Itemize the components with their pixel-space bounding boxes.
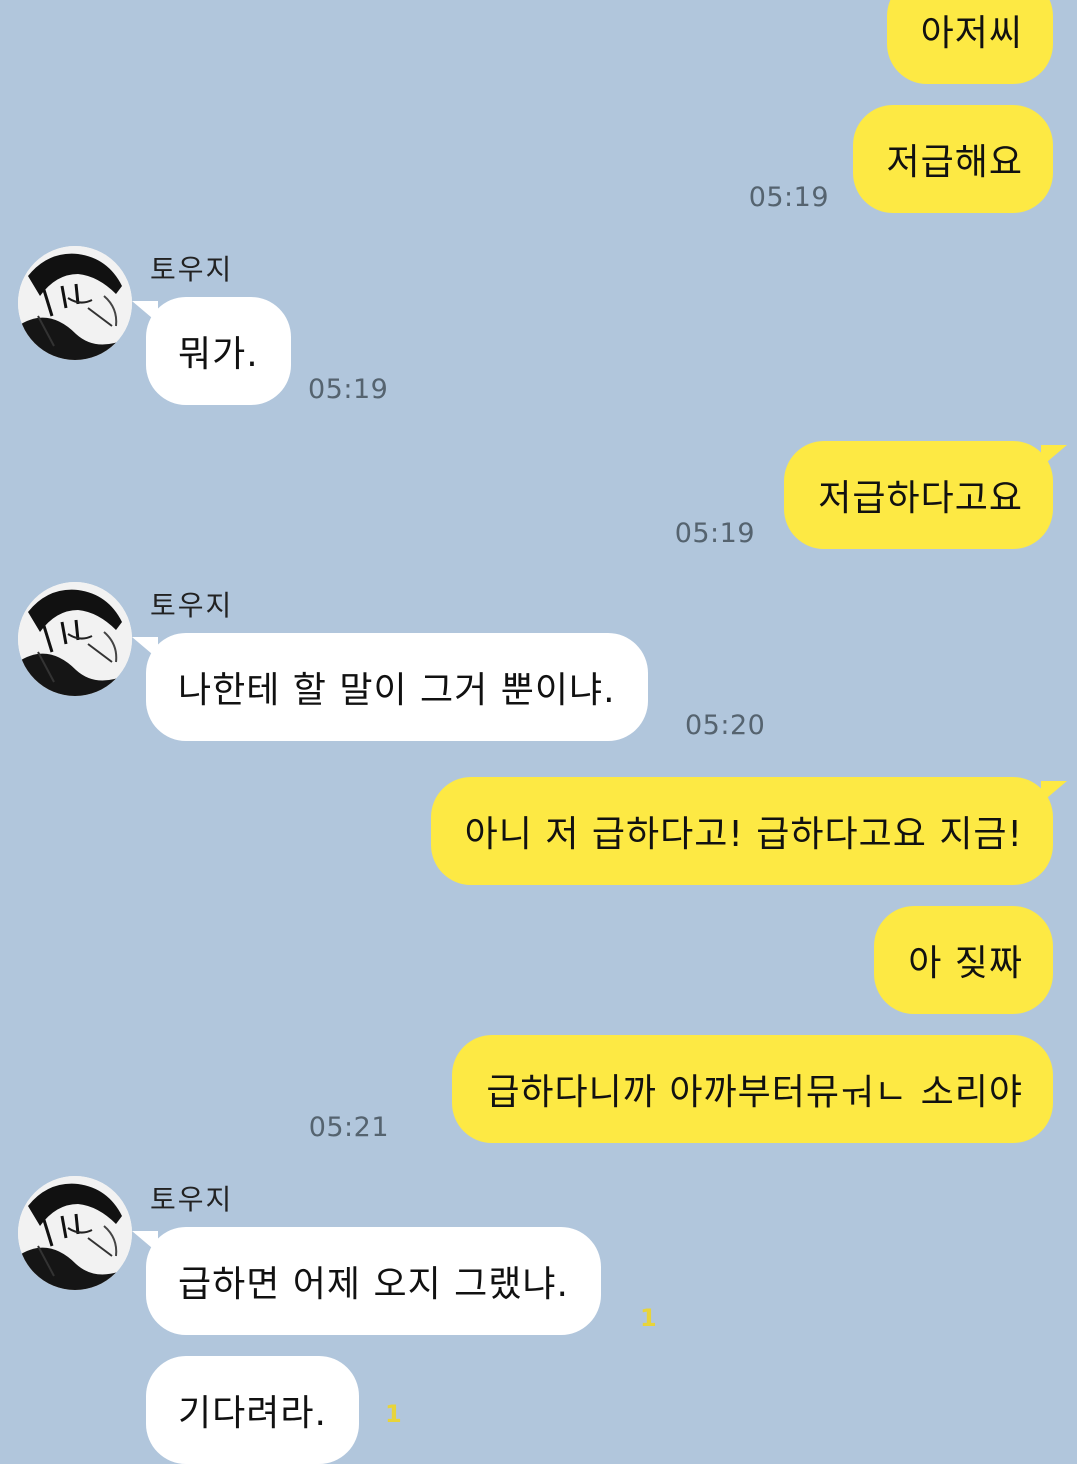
- message-text: 나한테 할 말이 그거 뿐이냐.: [178, 670, 616, 711]
- message-text: 아 짖짜: [908, 943, 1023, 984]
- message-text: 아저씨: [920, 13, 1023, 54]
- their-message-bubble[interactable]: 기다려라.: [146, 1356, 359, 1464]
- message-text: 뭐가.: [178, 334, 259, 375]
- my-message-bubble[interactable]: 아 짖짜: [874, 906, 1053, 1014]
- contact-name: 토우지: [150, 253, 234, 286]
- message-timestamp: 05:19: [674, 518, 755, 549]
- message-text: 저급하다고요: [818, 478, 1023, 519]
- message-timestamp: 05:20: [685, 710, 766, 741]
- manga-portrait-avatar-icon: [18, 582, 132, 696]
- unread-count: 1: [385, 1400, 402, 1428]
- contact-name: 토우지: [150, 589, 234, 622]
- message-text: 급하다니까 아까부터뮤ㅝㄴ 소리야: [486, 1072, 1023, 1113]
- manga-portrait-avatar-icon: [18, 246, 132, 360]
- manga-portrait-avatar-icon: [18, 1176, 132, 1290]
- contact-avatar[interactable]: [18, 246, 132, 360]
- my-message-bubble[interactable]: 아저씨: [886, 0, 1068, 84]
- message-timestamp: 05:19: [748, 182, 829, 213]
- message-text: 급하면 어제 오지 그랬냐.: [178, 1264, 569, 1305]
- my-message-bubble[interactable]: 저급해요: [852, 105, 1053, 213]
- message-text: 기다려라.: [178, 1393, 327, 1434]
- their-message-bubble[interactable]: 나한테 할 말이 그거 뿐이냐.: [132, 633, 648, 741]
- their-message-bubble[interactable]: 급하면 어제 오지 그랬냐.: [132, 1227, 601, 1335]
- unread-count: 1: [640, 1304, 657, 1332]
- message-text: 저급해요: [886, 142, 1023, 183]
- message-timestamp: 05:19: [308, 374, 389, 405]
- their-message-bubble[interactable]: 뭐가.: [132, 297, 291, 405]
- my-message-bubble[interactable]: 저급하다고요: [784, 441, 1067, 549]
- contact-name: 토우지: [150, 1183, 234, 1216]
- message-timestamp: 05:21: [308, 1112, 389, 1143]
- message-text: 아니 저 급하다고! 급하다고요 지금!: [464, 814, 1023, 855]
- my-message-bubble[interactable]: 급하다니까 아까부터뮤ㅝㄴ 소리야: [452, 1035, 1053, 1143]
- chat-room[interactable]: 아저씨 저급해요 05:19 토우지 뭐가. 05:19 저급하다고요 05:1…: [0, 0, 1077, 1464]
- my-message-bubble[interactable]: 아니 저 급하다고! 급하다고요 지금!: [430, 777, 1068, 885]
- contact-avatar[interactable]: [18, 582, 132, 696]
- contact-avatar[interactable]: [18, 1176, 132, 1290]
